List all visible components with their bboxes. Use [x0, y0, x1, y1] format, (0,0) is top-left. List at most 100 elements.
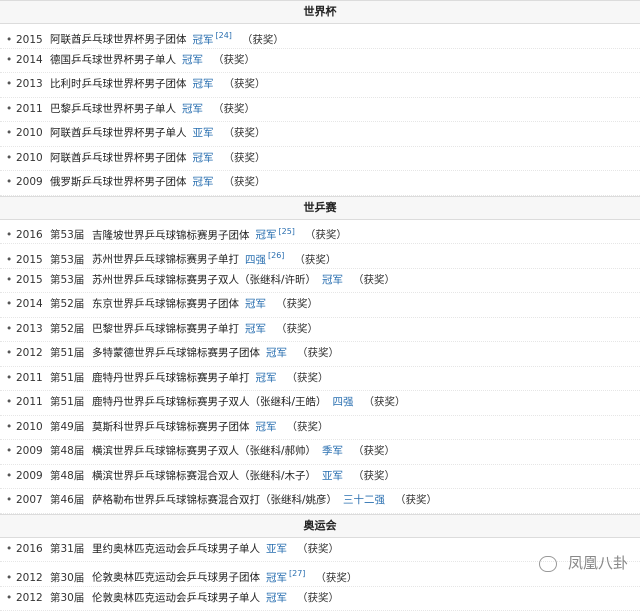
event-name: 俄罗斯乒乓球世界杯男子团体 — [50, 176, 187, 188]
result-link[interactable]: 四强 — [333, 396, 354, 408]
edition: 第51届 — [50, 391, 92, 415]
award-row: •2013第52届巴黎世界乒乓球锦标赛男子单打冠军（获奖） — [0, 318, 640, 343]
event-name: 萨格勒布世界乒乓球锦标赛混合双打（张继科/姚彦） — [92, 494, 337, 506]
event-name: 横滨世界乒乓球锦标赛男子双人（张继科/郝帅） — [92, 445, 316, 457]
award-row: •2014德国乒乓球世界杯男子单人冠军 （获奖） — [0, 49, 640, 74]
result-link[interactable]: 三十二强 — [343, 494, 385, 506]
event-name: 伦敦奥林匹克运动会乒乓球男子团体 — [92, 572, 260, 584]
award-label: （获奖） — [224, 78, 266, 90]
result-link[interactable]: 亚军 — [193, 127, 214, 139]
award-row: •2014第52届东京世界乒乓球锦标赛男子团体冠军（获奖） — [0, 293, 640, 318]
result-link[interactable]: 季军 — [322, 445, 343, 457]
event-name: 阿联酋乒乓球世界杯男子团体 — [50, 34, 187, 46]
award-row: •2012第51届多特蒙德世界乒乓球锦标赛男子团体冠军（获奖） — [0, 342, 640, 367]
edition: 第30届 — [50, 587, 92, 611]
edition: 第49届 — [50, 416, 92, 440]
year: 2009 — [16, 171, 50, 195]
event-name: 吉隆坡世界乒乓球锦标赛男子团体 — [92, 229, 250, 241]
award-row: •2015阿联酋乒乓球世界杯男子团体冠军[24]（获奖） — [0, 24, 640, 49]
award-label: （获奖） — [395, 494, 437, 506]
result-link[interactable]: 冠军 — [322, 274, 343, 286]
award-label: （获奖） — [287, 421, 329, 433]
result-link[interactable]: 冠军 — [182, 54, 203, 66]
year: 2010 — [16, 122, 50, 146]
reference-link[interactable]: [27] — [289, 569, 305, 578]
event-name: 苏州世界乒乓球锦标赛男子双人（张继科/许昕） — [92, 274, 316, 286]
result-link[interactable]: 冠军 — [266, 572, 287, 584]
award-row: •2013比利时乒乓球世界杯男子团体冠军（获奖） — [0, 73, 640, 98]
year: 2012 — [16, 587, 50, 611]
result-link[interactable]: 亚军 — [322, 470, 343, 482]
event-name: 横滨世界乒乓球锦标赛混合双人（张继科/木子） — [92, 470, 316, 482]
result-link[interactable]: 冠军 — [182, 103, 203, 115]
year: 2014 — [16, 49, 50, 73]
result-link[interactable]: 四强 — [245, 254, 266, 266]
bullet-icon: • — [6, 391, 16, 415]
result-link[interactable]: 冠军 — [245, 298, 266, 310]
award-label: （获奖） — [213, 54, 255, 66]
result-link[interactable]: 冠军 — [193, 34, 214, 46]
award-row: •2009第48届横滨世界乒乓球锦标赛男子双人（张继科/郝帅）季军（获奖） — [0, 440, 640, 465]
bullet-icon: • — [6, 147, 16, 171]
result-link[interactable]: 冠军 — [193, 152, 214, 164]
event-name: 多特蒙德世界乒乓球锦标赛男子团体 — [92, 347, 260, 359]
bullet-icon: • — [6, 416, 16, 440]
bullet-icon: • — [6, 587, 16, 611]
award-label: （获奖） — [353, 470, 395, 482]
award-label: （获奖） — [294, 254, 336, 266]
award-label: （获奖） — [353, 445, 395, 457]
award-label: （获奖） — [276, 323, 318, 335]
award-row: •2012第30届伦敦奥林匹克运动会乒乓球男子单人冠军（获奖） — [0, 587, 640, 611]
bullet-icon: • — [6, 269, 16, 293]
awards-list: 世界杯•2015阿联酋乒乓球世界杯男子团体冠军[24]（获奖）•2014德国乒乓… — [0, 0, 640, 597]
event-name: 东京世界乒乓球锦标赛男子团体 — [92, 298, 239, 310]
bullet-icon: • — [6, 49, 16, 73]
edition: 第51届 — [50, 367, 92, 391]
reference-link[interactable]: [25] — [279, 227, 295, 236]
award-label: （获奖） — [364, 396, 406, 408]
bullet-icon: • — [6, 538, 16, 562]
result-link[interactable]: 冠军 — [256, 421, 277, 433]
reference-link[interactable]: [24] — [216, 31, 232, 40]
result-link[interactable]: 冠军 — [266, 592, 287, 604]
bullet-icon: • — [6, 318, 16, 342]
watermark-text: 凤凰八卦 — [568, 554, 628, 572]
award-row: •2010阿联酋乒乓球世界杯男子团体冠军（获奖） — [0, 147, 640, 172]
wechat-icon — [539, 556, 557, 572]
year: 2013 — [16, 73, 50, 97]
event-name: 伦敦奥林匹克运动会乒乓球男子单人 — [92, 592, 260, 604]
award-row: •2010阿联酋乒乓球世界杯男子单人亚军（获奖） — [0, 122, 640, 147]
result-link[interactable]: 冠军 — [193, 176, 214, 188]
edition: 第31届 — [50, 538, 92, 562]
event-name: 里约奥林匹克运动会乒乓球男子单人 — [92, 543, 260, 555]
award-row: •2011第51届鹿特丹世界乒乓球锦标赛男子单打冠军（获奖） — [0, 367, 640, 392]
reference-link[interactable]: [26] — [268, 251, 284, 260]
award-label: （获奖） — [305, 229, 347, 241]
bullet-icon: • — [6, 98, 16, 122]
year: 2016 — [16, 538, 50, 562]
award-row: •2010第49届莫斯科世界乒乓球锦标赛男子团体冠军（获奖） — [0, 416, 640, 441]
result-link[interactable]: 冠军 — [256, 372, 277, 384]
result-link[interactable]: 冠军 — [266, 347, 287, 359]
award-label: （获奖） — [315, 572, 357, 584]
year: 2015 — [16, 269, 50, 293]
edition: 第52届 — [50, 293, 92, 317]
event-name: 德国乒乓球世界杯男子单人 — [50, 54, 176, 66]
section-header: 世乒赛 — [0, 196, 640, 220]
bullet-icon: • — [6, 73, 16, 97]
bullet-icon: • — [6, 367, 16, 391]
section-header: 奥运会 — [0, 514, 640, 538]
result-link[interactable]: 亚军 — [266, 543, 287, 555]
result-link[interactable]: 冠军 — [193, 78, 214, 90]
year: 2011 — [16, 98, 50, 122]
award-label: （获奖） — [224, 176, 266, 188]
event-name: 阿联酋乒乓球世界杯男子单人 — [50, 127, 187, 139]
award-row: •2007第46届萨格勒布世界乒乓球锦标赛混合双打（张继科/姚彦）三十二强（获奖… — [0, 489, 640, 514]
watermark: 凤凰八卦 — [539, 552, 628, 573]
event-name: 莫斯科世界乒乓球锦标赛男子团体 — [92, 421, 250, 433]
event-name: 巴黎乒乓球世界杯男子单人 — [50, 103, 176, 115]
result-link[interactable]: 冠军 — [256, 229, 277, 241]
edition: 第48届 — [50, 440, 92, 464]
result-link[interactable]: 冠军 — [245, 323, 266, 335]
year: 2009 — [16, 440, 50, 464]
